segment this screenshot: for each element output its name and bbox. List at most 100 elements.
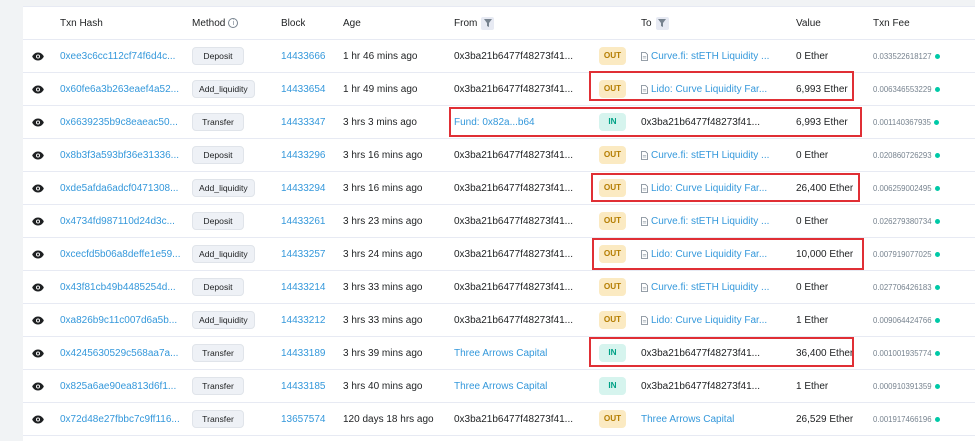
eye-icon[interactable] — [30, 378, 46, 394]
view-details[interactable] — [29, 271, 47, 303]
block-link[interactable]: 14433294 — [281, 172, 326, 204]
header-block: Block — [281, 17, 306, 29]
view-details[interactable] — [29, 238, 47, 270]
value-text: 36,400 Ether — [796, 347, 854, 359]
to-address[interactable]: Three Arrows Capital — [641, 403, 734, 435]
from-address: 0x3ba21b6477f48273f41... — [454, 281, 573, 293]
to-address-text: Lido: Curve Liquidity Far... — [651, 182, 768, 194]
filter-icon[interactable] — [655, 16, 669, 30]
txn-hash-link[interactable]: 0x4245630529c568aa7a... — [60, 337, 178, 369]
txn-hash-link[interactable]: 0x43f81cb49b4485254d... — [60, 271, 176, 303]
from-address[interactable]: Fund: 0x82a...b64 — [454, 106, 535, 138]
to-address[interactable]: Curve.fi: stETH Liquidity ... — [641, 40, 769, 72]
direction-cell: OUT — [599, 238, 626, 270]
direction-badge: OUT — [599, 47, 626, 65]
direction-badge: OUT — [599, 146, 626, 164]
txn-hash-link[interactable]: 0x8b3f3a593bf36e31336... — [60, 139, 179, 171]
block-link[interactable]: 14433212 — [281, 304, 326, 336]
block-link[interactable]: 14433185 — [281, 370, 326, 402]
eye-icon[interactable] — [30, 180, 46, 196]
to-address[interactable]: Curve.fi: stETH Liquidity ... — [641, 271, 769, 303]
age-text: 3 hrs 3 mins ago — [343, 116, 417, 128]
txn-hash-link[interactable]: 0xee3c6cc112cf74f6d4c... — [60, 40, 175, 72]
txn-hash-link[interactable]: 0x825a6ae90ea813d6f1... — [60, 370, 176, 402]
eye-icon[interactable] — [30, 147, 46, 163]
view-details[interactable] — [29, 139, 47, 171]
block-link[interactable]: 14433666 — [281, 40, 326, 72]
txn-fee-cell: 0.000910391359 — [873, 370, 940, 402]
eye-icon[interactable] — [30, 279, 46, 295]
method-cell: Deposit — [192, 271, 244, 303]
view-details[interactable] — [29, 403, 47, 435]
view-details[interactable] — [29, 337, 47, 369]
value-text: 0 Ether — [796, 215, 829, 227]
block-link[interactable]: 14433189 — [281, 337, 326, 369]
txn-fee-text: 0.006346553229 — [873, 84, 932, 94]
eye-icon[interactable] — [30, 114, 46, 130]
eye-icon[interactable] — [30, 81, 46, 97]
block-link[interactable]: 14433347 — [281, 106, 326, 138]
eye-icon[interactable] — [30, 48, 46, 64]
eye-icon[interactable] — [30, 345, 46, 361]
table-row: 0x825a6ae90ea813d6f1... Transfer 14433185 3… — [23, 370, 975, 403]
block-link[interactable]: 14433214 — [281, 271, 326, 303]
txn-hash-link[interactable]: 0x60fe6a3b263eaef4a52... — [60, 73, 179, 105]
txn-fee-text: 0.027706426183 — [873, 282, 932, 292]
from-address[interactable]: Three Arrows Capital — [454, 370, 547, 402]
direction-cell: OUT — [599, 139, 626, 171]
to-address-text: 0x3ba21b6477f48273f41... — [641, 380, 760, 392]
txn-hash-link[interactable]: 0x4734fd987110d24d3c... — [60, 205, 175, 237]
txn-fee-text: 0.000910391359 — [873, 381, 932, 391]
view-details[interactable] — [29, 40, 47, 72]
txn-fee-cell: 0.026279380734 — [873, 205, 940, 237]
info-icon[interactable]: i — [228, 18, 239, 28]
age-text: 1 hr 49 mins ago — [343, 83, 418, 95]
header-to: To — [641, 7, 669, 39]
from-address: 0x3ba21b6477f48273f41... — [454, 314, 573, 326]
filter-icon[interactable] — [481, 16, 495, 30]
contract-icon — [641, 216, 648, 226]
from-address: 0x3ba21b6477f48273f41... — [454, 50, 573, 62]
block-link[interactable]: 13657574 — [281, 403, 326, 435]
eye-icon[interactable] — [30, 213, 46, 229]
txn-hash-link[interactable]: 0x6639235b9c8eaeac50... — [60, 106, 178, 138]
block-link[interactable]: 14433654 — [281, 73, 326, 105]
table-row: 0x43f81cb49b4485254d... Deposit 14433214 3 … — [23, 271, 975, 304]
view-details[interactable] — [29, 106, 47, 138]
eye-icon[interactable] — [30, 411, 46, 427]
age-text: 3 hrs 16 mins ago — [343, 182, 423, 194]
txn-hash-link[interactable]: 0xcecfd5b06a8deffe1e59... — [60, 238, 180, 270]
txn-hash-link[interactable]: 0xde5afda6adcf0471308... — [60, 172, 178, 204]
age-text: 3 hrs 24 mins ago — [343, 248, 423, 260]
view-details[interactable] — [29, 205, 47, 237]
block-link[interactable]: 14433261 — [281, 205, 326, 237]
header-txn-fee[interactable]: Txn Fee — [873, 7, 910, 39]
header-age[interactable]: Age — [343, 7, 361, 39]
to-address[interactable]: Curve.fi: stETH Liquidity ... — [641, 139, 769, 171]
txn-hash-link[interactable]: 0x72d48e27fbbc7c9ff116... — [60, 403, 180, 435]
block-link[interactable]: 14433296 — [281, 139, 326, 171]
to-address[interactable]: Lido: Curve Liquidity Far... — [641, 73, 767, 105]
transactions-table: Txn Hash Method i Block Age From To Valu… — [23, 6, 975, 441]
method-badge: Add_liquidity — [192, 80, 255, 98]
table-row: 0xcecfd5b06a8deffe1e59... Add_liquidity 14… — [23, 238, 975, 271]
eye-icon[interactable] — [30, 312, 46, 328]
txn-hash-link[interactable]: 0xa826b9c11c007d6a5b... — [60, 304, 177, 336]
gas-dot-icon — [934, 152, 940, 158]
to-address[interactable]: Lido: Curve Liquidity Far... — [641, 304, 767, 336]
eye-icon[interactable] — [30, 246, 46, 262]
view-details[interactable] — [29, 73, 47, 105]
from-address[interactable]: Three Arrows Capital — [454, 337, 547, 369]
view-details[interactable] — [29, 304, 47, 336]
view-details[interactable] — [29, 172, 47, 204]
view-details[interactable] — [29, 370, 47, 402]
value-text: 1 Ether — [796, 314, 829, 326]
age-text: 3 hrs 23 mins ago — [343, 215, 423, 227]
to-address-text: Lido: Curve Liquidity Far... — [651, 248, 768, 260]
block-link[interactable]: 14433257 — [281, 238, 326, 270]
to-address[interactable]: Lido: Curve Liquidity Far... — [641, 172, 767, 204]
method-badge: Transfer — [192, 377, 244, 395]
to-address[interactable]: Curve.fi: stETH Liquidity ... — [641, 205, 769, 237]
contract-icon — [641, 84, 648, 94]
to-address[interactable]: Lido: Curve Liquidity Far... — [641, 238, 767, 270]
